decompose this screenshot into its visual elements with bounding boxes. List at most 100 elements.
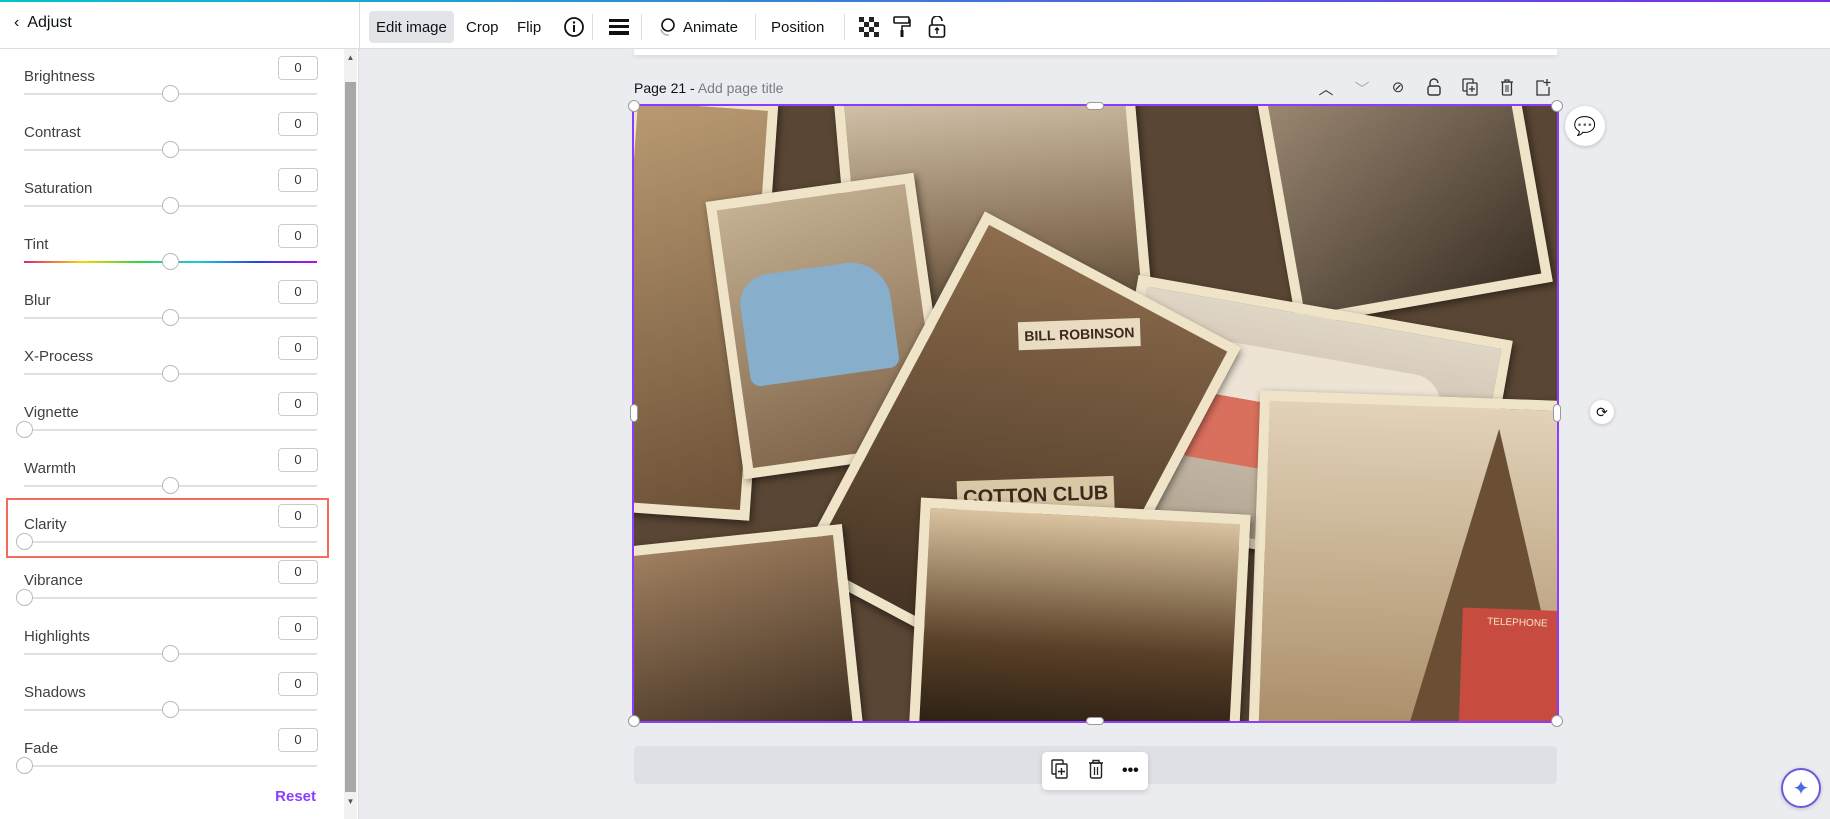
x-process-value-input[interactable]: 0 xyxy=(278,336,318,360)
adjust-row-vignette: Vignette 0 xyxy=(0,392,340,450)
paint-roller-icon[interactable] xyxy=(886,11,918,43)
adjust-label: Warmth xyxy=(24,460,76,477)
border-style-icon[interactable] xyxy=(602,11,636,43)
blue-car xyxy=(736,257,901,388)
adjust-label: Vignette xyxy=(24,404,79,421)
lock-icon[interactable] xyxy=(921,11,953,43)
saturation-value-input[interactable]: 0 xyxy=(278,168,318,192)
adjust-row-fade: Fade 0 xyxy=(0,728,340,786)
resize-handle[interactable] xyxy=(1086,717,1104,725)
resize-handle[interactable] xyxy=(628,715,640,727)
photo-skyline xyxy=(907,497,1251,721)
scroll-down-arrow-icon[interactable]: ▼ xyxy=(344,797,357,806)
lock-page-icon[interactable] xyxy=(1423,78,1445,100)
info-icon[interactable] xyxy=(556,11,592,43)
divider xyxy=(592,14,593,40)
divider xyxy=(755,14,756,40)
shadows-value-input[interactable]: 0 xyxy=(278,672,318,696)
duplicate-page-icon[interactable] xyxy=(1459,78,1481,100)
warmth-value-input[interactable]: 0 xyxy=(278,448,318,472)
reset-button[interactable]: Reset xyxy=(275,788,316,805)
tint-slider-thumb[interactable] xyxy=(162,253,179,270)
resize-handle[interactable] xyxy=(1553,404,1561,422)
comment-plus-icon: 💬 xyxy=(1573,115,1597,136)
vibrance-slider-track[interactable] xyxy=(24,597,317,599)
move-page-up-icon[interactable]: ︿ xyxy=(1315,78,1337,99)
adjust-label: Shadows xyxy=(24,684,86,701)
highlights-slider-thumb[interactable] xyxy=(162,645,179,662)
animate-button[interactable]: Animate xyxy=(650,11,745,43)
back-button[interactable]: ‹ Adjust xyxy=(14,14,72,32)
x-process-slider-thumb[interactable] xyxy=(162,365,179,382)
fade-slider-thumb[interactable] xyxy=(15,757,33,774)
adjust-row-highlights: Highlights 0 xyxy=(0,616,340,674)
page-title-input[interactable]: Add page title xyxy=(698,80,784,96)
phone-box: TELEPHONE xyxy=(1458,607,1557,721)
sign-text: BILL ROBINSON xyxy=(1017,317,1141,351)
divider xyxy=(641,14,642,40)
resize-handle[interactable] xyxy=(630,404,638,422)
adjust-row-vibrance: Vibrance 0 xyxy=(0,560,340,618)
resize-handle[interactable] xyxy=(1551,100,1563,112)
page-label: Page 21 - Add page title xyxy=(634,80,783,96)
selected-image-collage[interactable]: BILL ROBINSON COTTON CLUB TELEPHONE xyxy=(632,104,1559,723)
previous-page-edge xyxy=(634,49,1557,55)
adjust-label: Highlights xyxy=(24,628,90,645)
rotate-icon[interactable]: ⟳ xyxy=(1590,400,1614,424)
trash-icon[interactable] xyxy=(1088,759,1104,784)
page-number: Page 21 - xyxy=(634,80,695,96)
move-page-down-icon[interactable]: ﹀ xyxy=(1351,78,1373,99)
vibrance-value-input[interactable]: 0 xyxy=(278,560,318,584)
adjust-label: X-Process xyxy=(24,348,94,365)
adjust-row-brightness: Brightness 0 xyxy=(0,56,340,114)
vibrance-slider-thumb[interactable] xyxy=(15,589,33,606)
adjust-label: Vibrance xyxy=(24,572,83,589)
transparency-icon[interactable] xyxy=(852,11,886,43)
vignette-slider-thumb[interactable] xyxy=(15,421,33,438)
duplicate-icon[interactable] xyxy=(1051,758,1069,784)
warmth-slider-thumb[interactable] xyxy=(162,477,179,494)
page-actions-popup: ••• xyxy=(1042,752,1148,790)
sparkle-icon: ✦ xyxy=(1792,777,1810,800)
contrast-value-input[interactable]: 0 xyxy=(278,112,318,136)
scrollbar-thumb[interactable] xyxy=(345,82,356,792)
shadows-slider-thumb[interactable] xyxy=(162,701,179,718)
photo-people xyxy=(1255,106,1553,327)
scroll-up-arrow-icon[interactable]: ▲ xyxy=(344,53,357,62)
panel-title: Adjust xyxy=(27,14,72,31)
blur-value-input[interactable]: 0 xyxy=(278,280,318,304)
more-options-icon[interactable]: ••• xyxy=(1122,762,1139,780)
position-button[interactable]: Position xyxy=(764,11,831,43)
brightness-slider-thumb[interactable] xyxy=(162,85,179,102)
hide-page-icon[interactable]: ⊘ xyxy=(1387,78,1409,96)
resize-handle[interactable] xyxy=(1551,715,1563,727)
top-toolbar: ‹ Adjust Edit image Crop Flip Animate Pos… xyxy=(0,2,1830,51)
tint-value-input[interactable]: 0 xyxy=(278,224,318,248)
saturation-slider-thumb[interactable] xyxy=(162,197,179,214)
delete-page-icon[interactable] xyxy=(1496,78,1518,100)
panel-scrollbar[interactable]: ▲ ▼ xyxy=(344,49,357,819)
resize-handle[interactable] xyxy=(1086,102,1104,110)
crop-button[interactable]: Crop xyxy=(459,11,506,43)
flip-button[interactable]: Flip xyxy=(510,11,548,43)
blur-slider-thumb[interactable] xyxy=(162,309,179,326)
add-comment-button[interactable]: 💬 xyxy=(1565,106,1605,146)
fade-value-input[interactable]: 0 xyxy=(278,728,318,752)
brightness-value-input[interactable]: 0 xyxy=(278,56,318,80)
contrast-slider-thumb[interactable] xyxy=(162,141,179,158)
add-page-icon[interactable] xyxy=(1532,78,1554,100)
adjust-row-blur: Blur 0 xyxy=(0,280,340,338)
adjust-label: Brightness xyxy=(24,68,95,85)
fade-slider-track[interactable] xyxy=(24,765,317,767)
vignette-slider-track[interactable] xyxy=(24,429,317,431)
resize-handle[interactable] xyxy=(628,100,640,112)
divider xyxy=(844,14,845,40)
adjust-label: Saturation xyxy=(24,180,93,197)
vignette-value-input[interactable]: 0 xyxy=(278,392,318,416)
adjust-row-x-process: X-Process 0 xyxy=(0,336,340,394)
edit-image-button[interactable]: Edit image xyxy=(369,11,454,43)
photo-eiffel: TELEPHONE xyxy=(1247,390,1557,721)
highlights-value-input[interactable]: 0 xyxy=(278,616,318,640)
adjust-row-contrast: Contrast 0 xyxy=(0,112,340,170)
magic-assistant-button[interactable]: ✦ xyxy=(1781,768,1821,808)
